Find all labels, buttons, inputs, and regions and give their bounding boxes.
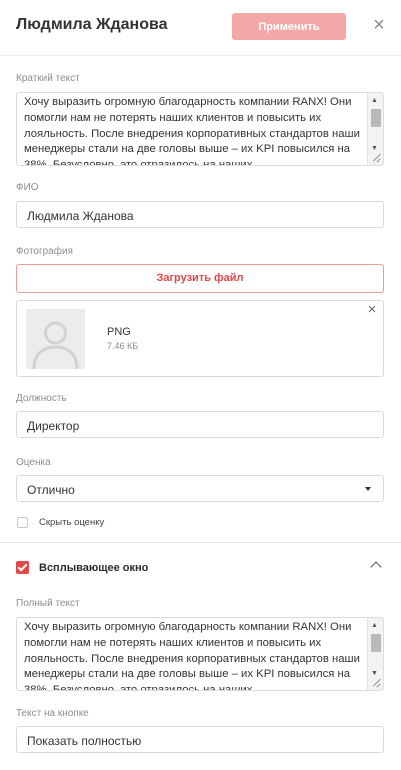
scroll-thumb[interactable] xyxy=(371,109,381,127)
section-divider xyxy=(0,542,401,543)
short-text-value: Хочу выразить огромную благодарность ком… xyxy=(24,96,360,166)
scroll-up-icon[interactable]: ▲ xyxy=(371,97,378,105)
scroll-down-icon[interactable]: ▼ xyxy=(371,670,378,678)
panel-header: Людмила Жданова Применить × xyxy=(0,0,401,56)
hide-rating-checkbox[interactable] xyxy=(17,517,28,528)
full-text-value: Хочу выразить огромную благодарность ком… xyxy=(24,621,360,691)
chevron-up-icon[interactable] xyxy=(370,561,382,573)
file-size: 7.46 КБ xyxy=(107,341,139,351)
rating-selected-value: Отлично xyxy=(27,483,75,497)
full-text-textarea[interactable]: Хочу выразить огромную благодарность ком… xyxy=(16,617,384,691)
upload-file-button[interactable]: Загрузить файл xyxy=(16,264,384,293)
full-text-label: Полный текст xyxy=(16,598,80,609)
panel-title: Людмила Жданова xyxy=(16,16,168,33)
rating-label: Оценка xyxy=(16,457,51,468)
file-type: PNG xyxy=(107,326,131,338)
resize-handle-icon[interactable] xyxy=(371,678,381,688)
apply-button[interactable]: Применить xyxy=(232,13,346,40)
short-text-label: Краткий текст xyxy=(16,73,80,84)
photo-label: Фотография xyxy=(16,246,73,257)
button-text-input[interactable]: Показать полностью xyxy=(16,726,384,753)
scroll-down-icon[interactable]: ▼ xyxy=(371,145,378,153)
scroll-up-icon[interactable]: ▲ xyxy=(371,622,378,630)
fio-label: ФИО xyxy=(16,182,39,193)
button-text-label: Текст на кнопке xyxy=(16,708,89,719)
popup-checkbox[interactable] xyxy=(16,561,29,574)
avatar-placeholder-icon xyxy=(26,309,85,369)
short-text-textarea[interactable]: Хочу выразить огромную благодарность ком… xyxy=(16,92,384,166)
resize-handle-icon[interactable] xyxy=(371,153,381,163)
close-icon[interactable]: × xyxy=(372,15,386,35)
hide-rating-label[interactable]: Скрыть оценку xyxy=(39,517,104,528)
rating-select[interactable]: Отлично xyxy=(16,475,384,502)
remove-file-icon[interactable]: × xyxy=(366,302,378,317)
scroll-thumb[interactable] xyxy=(371,634,381,652)
position-input[interactable]: Директор xyxy=(16,411,384,438)
dropdown-arrow-icon xyxy=(365,487,371,491)
uploaded-file-card: PNG 7.46 КБ × xyxy=(16,300,384,377)
position-label: Должность xyxy=(16,393,67,404)
fio-input[interactable]: Людмила Жданова xyxy=(16,201,384,228)
popup-section-label[interactable]: Всплывающее окно xyxy=(39,562,148,574)
